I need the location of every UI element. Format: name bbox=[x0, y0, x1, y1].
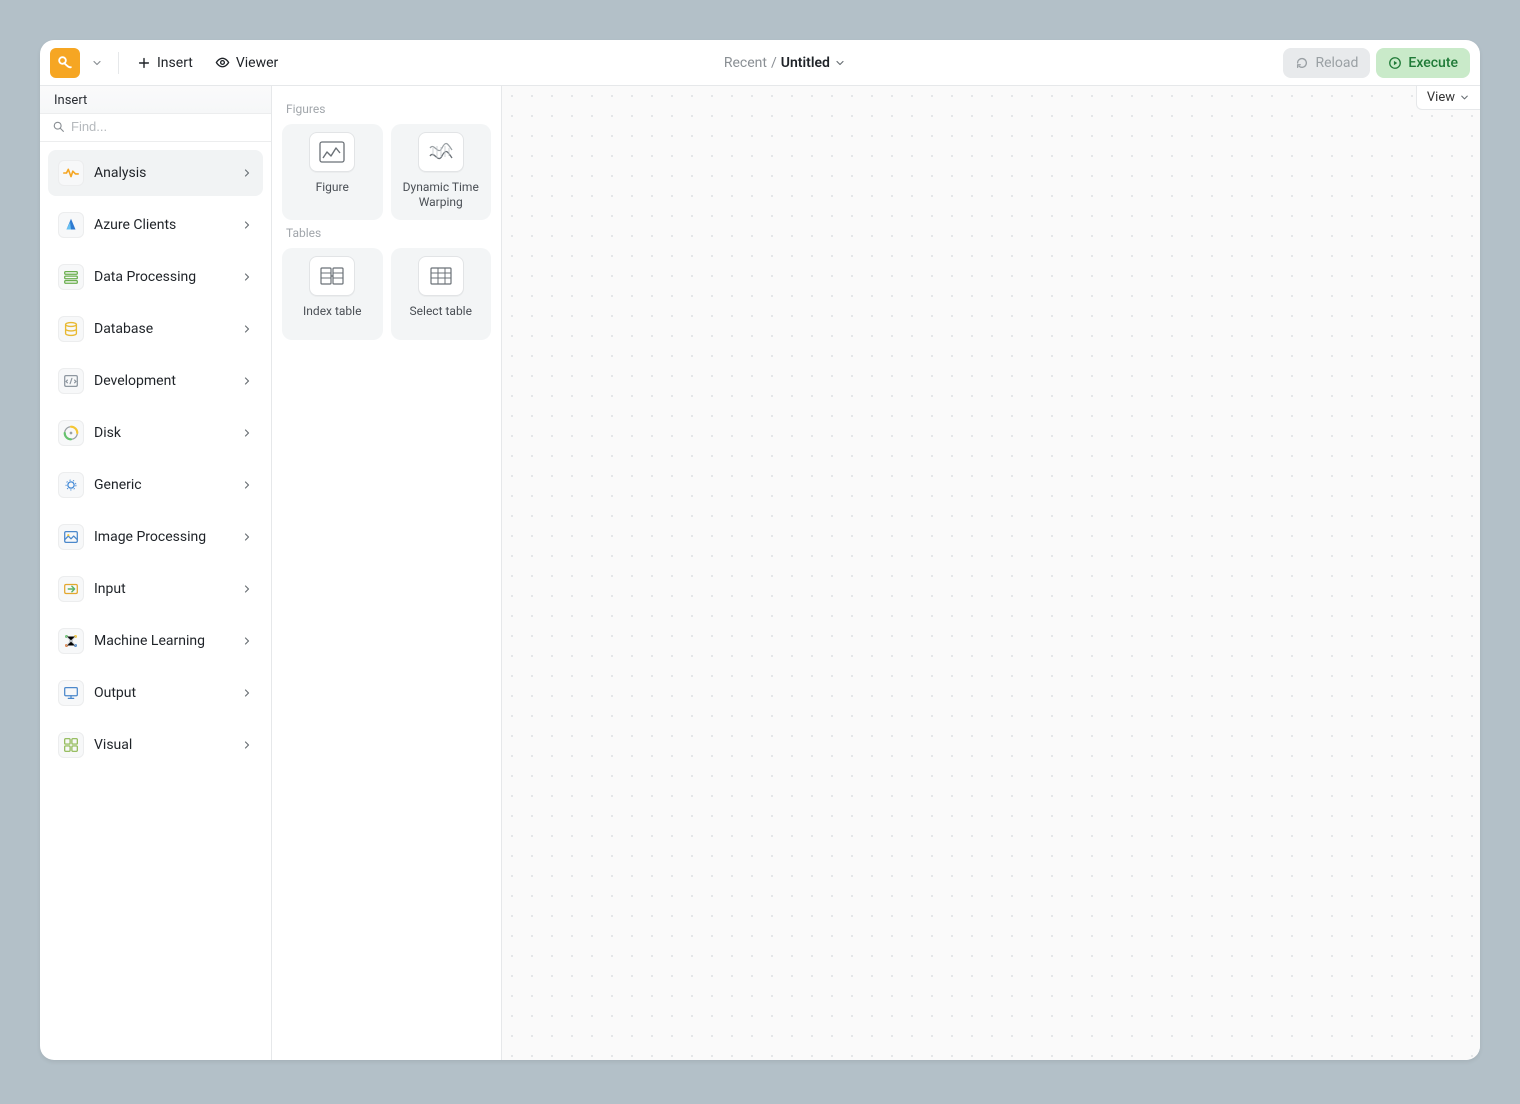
category-label: Machine Learning bbox=[94, 633, 231, 649]
section-label: Tables bbox=[280, 220, 493, 248]
disk-icon bbox=[58, 420, 84, 446]
category-item-input[interactable]: Input bbox=[48, 566, 263, 612]
category-item-analysis[interactable]: Analysis bbox=[48, 150, 263, 196]
category-item-disk[interactable]: Disk bbox=[48, 410, 263, 456]
chevron-right-icon bbox=[241, 479, 253, 491]
view-label: View bbox=[1427, 90, 1455, 105]
indextable-icon bbox=[309, 256, 355, 296]
category-item-data-processing[interactable]: Data Processing bbox=[48, 254, 263, 300]
search-icon bbox=[52, 120, 65, 133]
panel-title: Insert bbox=[40, 86, 271, 114]
category-item-development[interactable]: Development bbox=[48, 358, 263, 404]
category-list: Analysis Azure Clients Data Processing Data… bbox=[40, 142, 271, 1060]
card-label: Index table bbox=[303, 304, 361, 319]
visual-icon bbox=[58, 732, 84, 758]
insert-panel: Insert Analysis Azure Clients Data Process… bbox=[40, 86, 272, 1060]
view-menu[interactable]: View bbox=[1416, 86, 1480, 110]
input-icon bbox=[58, 576, 84, 602]
breadcrumb[interactable]: Recent / Untitled bbox=[292, 55, 1277, 71]
chevron-down-icon bbox=[91, 57, 103, 69]
category-label: Development bbox=[94, 373, 231, 389]
category-label: Disk bbox=[94, 425, 231, 441]
chevron-right-icon bbox=[241, 323, 253, 335]
reload-label: Reload bbox=[1315, 55, 1358, 71]
canvas[interactable]: View bbox=[502, 86, 1480, 1060]
card-row: Figure Dynamic Time Warping bbox=[280, 124, 493, 220]
category-item-visual[interactable]: Visual bbox=[48, 722, 263, 768]
chevron-right-icon bbox=[241, 427, 253, 439]
category-item-image-processing[interactable]: Image Processing bbox=[48, 514, 263, 560]
category-item-azure-clients[interactable]: Azure Clients bbox=[48, 202, 263, 248]
chevron-right-icon bbox=[241, 219, 253, 231]
component-card-select-table[interactable]: Select table bbox=[391, 248, 492, 340]
category-item-generic[interactable]: Generic bbox=[48, 462, 263, 508]
category-label: Visual bbox=[94, 737, 231, 753]
category-label: Data Processing bbox=[94, 269, 231, 285]
azure-icon bbox=[58, 212, 84, 238]
breadcrumb-parent: Recent bbox=[724, 55, 767, 71]
breadcrumb-sep: / bbox=[771, 55, 777, 71]
category-label: Input bbox=[94, 581, 231, 597]
chevron-right-icon bbox=[241, 167, 253, 179]
component-picker: FiguresFigureDynamic Time WarpingTablesI… bbox=[272, 86, 502, 1060]
component-card-index-table[interactable]: Index table bbox=[282, 248, 383, 340]
dev-icon bbox=[58, 368, 84, 394]
body: Insert Analysis Azure Clients Data Process… bbox=[40, 86, 1480, 1060]
toolbar: Insert Viewer Recent / Untitled Reload E… bbox=[40, 40, 1480, 86]
ml-icon bbox=[58, 628, 84, 654]
play-icon bbox=[1388, 56, 1402, 70]
dataproc-icon bbox=[58, 264, 84, 290]
category-label: Output bbox=[94, 685, 231, 701]
generic-icon bbox=[58, 472, 84, 498]
chevron-right-icon bbox=[241, 583, 253, 595]
card-label: Select table bbox=[410, 304, 472, 319]
eye-icon bbox=[215, 55, 230, 70]
chevron-right-icon bbox=[241, 687, 253, 699]
reload-button[interactable]: Reload bbox=[1283, 48, 1370, 78]
category-label: Azure Clients bbox=[94, 217, 231, 233]
chevron-down-icon bbox=[1459, 92, 1470, 103]
search-input[interactable] bbox=[71, 119, 259, 134]
execute-label: Execute bbox=[1408, 55, 1458, 71]
divider bbox=[118, 52, 119, 74]
insert-button[interactable]: Insert bbox=[129, 51, 201, 75]
search-row bbox=[40, 114, 271, 142]
plus-icon bbox=[137, 56, 151, 70]
app-window: Insert Viewer Recent / Untitled Reload E… bbox=[40, 40, 1480, 1060]
chevron-down-icon bbox=[834, 57, 846, 69]
category-label: Image Processing bbox=[94, 529, 231, 545]
chevron-right-icon bbox=[241, 375, 253, 387]
dtw-icon bbox=[418, 132, 464, 172]
insert-label: Insert bbox=[157, 55, 193, 71]
breadcrumb-current: Untitled bbox=[781, 55, 830, 71]
section-label: Figures bbox=[280, 96, 493, 124]
execute-button[interactable]: Execute bbox=[1376, 48, 1470, 78]
imageproc-icon bbox=[58, 524, 84, 550]
category-label: Analysis bbox=[94, 165, 231, 181]
component-card-dynamic-time-warping[interactable]: Dynamic Time Warping bbox=[391, 124, 492, 220]
output-icon bbox=[58, 680, 84, 706]
category-item-database[interactable]: Database bbox=[48, 306, 263, 352]
figure-icon bbox=[309, 132, 355, 172]
reload-icon bbox=[1295, 56, 1309, 70]
category-label: Database bbox=[94, 321, 231, 337]
database-icon bbox=[58, 316, 84, 342]
selecttable-icon bbox=[418, 256, 464, 296]
app-logo[interactable] bbox=[50, 48, 80, 78]
chevron-right-icon bbox=[241, 531, 253, 543]
chevron-right-icon bbox=[241, 635, 253, 647]
card-label: Figure bbox=[316, 180, 349, 195]
viewer-label: Viewer bbox=[236, 55, 278, 71]
app-menu-dropdown[interactable] bbox=[86, 48, 108, 78]
card-row: Index table Select table bbox=[280, 248, 493, 340]
viewer-button[interactable]: Viewer bbox=[207, 51, 286, 75]
category-item-output[interactable]: Output bbox=[48, 670, 263, 716]
category-item-machine-learning[interactable]: Machine Learning bbox=[48, 618, 263, 664]
card-label: Dynamic Time Warping bbox=[397, 180, 486, 210]
chevron-right-icon bbox=[241, 739, 253, 751]
category-label: Generic bbox=[94, 477, 231, 493]
component-card-figure[interactable]: Figure bbox=[282, 124, 383, 220]
chevron-right-icon bbox=[241, 271, 253, 283]
analysis-icon bbox=[58, 160, 84, 186]
